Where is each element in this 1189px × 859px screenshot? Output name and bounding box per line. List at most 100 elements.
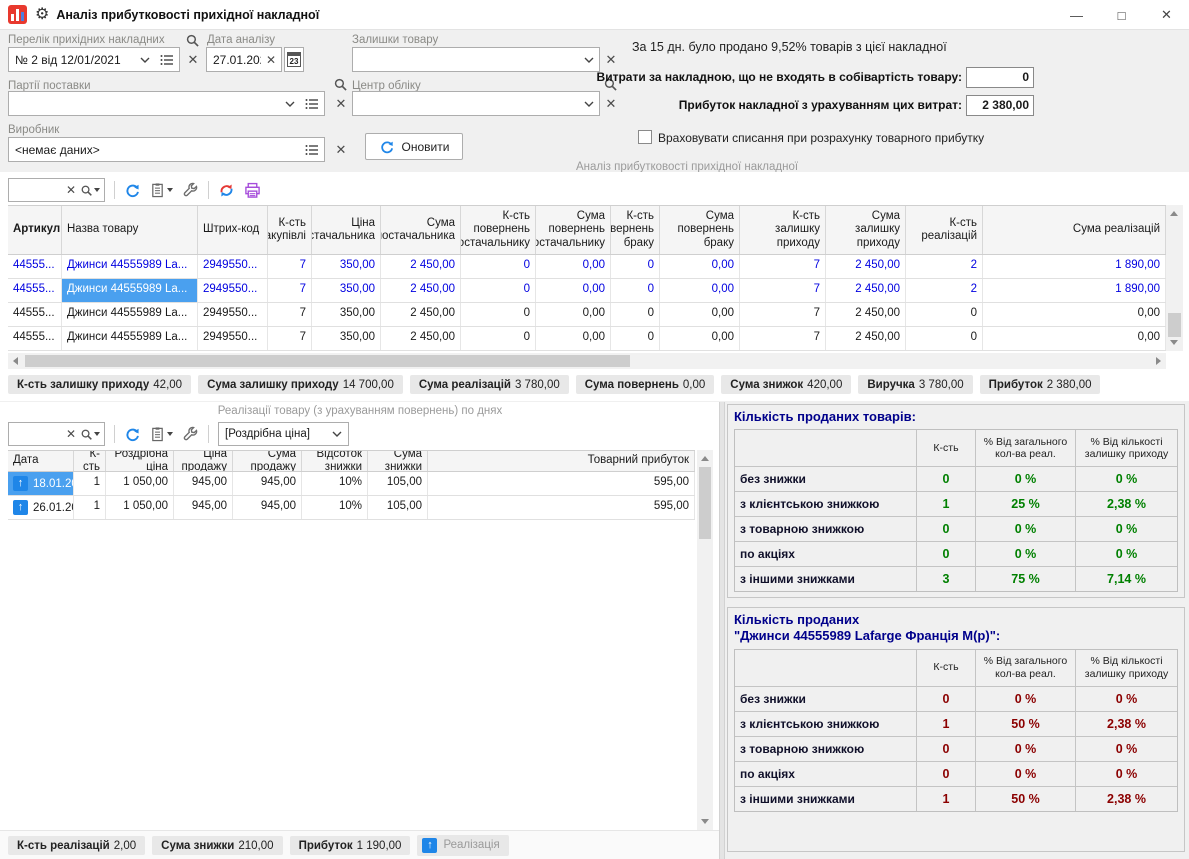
grid-cell[interactable]: 0,00 <box>983 327 1166 350</box>
search-icon[interactable] <box>79 184 104 197</box>
grid-cell[interactable]: 1 050,00 <box>106 496 174 519</box>
report-clipboard-icon[interactable] <box>150 426 173 442</box>
grid-cell[interactable]: 44555... <box>8 255 62 278</box>
search-clear-icon[interactable]: ✕ <box>63 183 79 197</box>
grid-cell-date[interactable]: ↑26.01.2021 <box>8 496 74 519</box>
grid-cell[interactable]: Джинси 44555989 La... <box>62 303 198 326</box>
grid-cell[interactable]: 2 450,00 <box>826 255 906 278</box>
grid-cell[interactable]: 0 <box>461 255 536 278</box>
grid-cell[interactable]: 44555... <box>8 303 62 326</box>
manufacturer-clear-icon[interactable]: ✕ <box>333 141 349 159</box>
price-type-dropdown[interactable]: [Роздрібна ціна] <box>218 422 349 446</box>
grid-cell[interactable]: 2949550... <box>198 303 268 326</box>
invoice-clear-icon[interactable]: ✕ <box>185 51 201 69</box>
grid-cell[interactable]: 0 <box>461 303 536 326</box>
batch-combobox[interactable] <box>8 91 325 116</box>
grid-cell[interactable]: 1 <box>74 472 106 495</box>
calendar-button[interactable]: 23 <box>284 47 304 72</box>
column-header[interactable]: Роздрібна ціна <box>106 451 174 471</box>
grid-cell[interactable]: 7 <box>740 303 826 326</box>
grid-cell[interactable]: 945,00 <box>174 472 233 495</box>
grid-cell[interactable]: 7 <box>268 279 312 302</box>
grid-cell[interactable]: 350,00 <box>312 255 381 278</box>
grid-cell[interactable]: 0,00 <box>660 327 740 350</box>
grid-cell[interactable]: 0,00 <box>983 303 1166 326</box>
column-header[interactable]: Артикул <box>8 206 62 254</box>
grid-cell[interactable]: 350,00 <box>312 279 381 302</box>
grid-cell[interactable]: 2 <box>906 279 983 302</box>
grid-search-box[interactable]: ✕ <box>8 422 105 446</box>
grid-cell[interactable]: 595,00 <box>428 472 695 495</box>
grid-cell[interactable]: 1 890,00 <box>983 255 1166 278</box>
column-header[interactable]: Дата <box>8 451 74 471</box>
grid-cell[interactable]: 10% <box>302 496 368 519</box>
chevron-down-icon[interactable] <box>280 101 300 107</box>
list-icon[interactable] <box>300 144 324 156</box>
grid-cell[interactable]: 0 <box>611 279 660 302</box>
sales-grid-vscrollbar[interactable] <box>697 450 713 830</box>
grid-cell[interactable]: 2 450,00 <box>826 327 906 350</box>
column-header[interactable]: К-сть реалізацій <box>906 206 983 254</box>
grid-cell[interactable]: 0 <box>906 327 983 350</box>
grid-cell[interactable]: 44555... <box>8 279 62 302</box>
column-header[interactable]: К-сть повернень постачальнику <box>461 206 536 254</box>
grid-cell[interactable]: 945,00 <box>233 496 302 519</box>
grid-cell[interactable]: 0 <box>461 279 536 302</box>
writeoff-checkbox[interactable] <box>638 130 652 144</box>
settings-wrench-icon[interactable] <box>182 426 199 443</box>
refresh-icon[interactable] <box>124 182 141 199</box>
search-icon[interactable] <box>79 428 104 441</box>
grid-cell[interactable]: 7 <box>268 327 312 350</box>
grid-cell[interactable]: 2949550... <box>198 255 268 278</box>
grid-cell[interactable]: 2 450,00 <box>381 255 461 278</box>
column-header[interactable]: К-сть <box>74 451 106 471</box>
grid-cell[interactable]: Джинси 44555989 La... <box>62 279 198 302</box>
grid-cell[interactable]: 2949550... <box>198 279 268 302</box>
column-header[interactable]: Сума реалізацій <box>983 206 1166 254</box>
grid-cell-date[interactable]: ↑18.01.2021 <box>8 472 74 495</box>
column-header[interactable]: Ціна продажу <box>174 451 233 471</box>
grid-cell[interactable]: 0,00 <box>660 303 740 326</box>
grid-cell[interactable]: 2 <box>906 255 983 278</box>
grid-cell[interactable]: 2 450,00 <box>381 327 461 350</box>
grid-cell[interactable]: 0 <box>461 327 536 350</box>
grid-cell[interactable]: 7 <box>740 255 826 278</box>
grid-cell[interactable]: 2949550... <box>198 327 268 350</box>
column-header[interactable]: Сума знижки <box>368 451 428 471</box>
grid-cell[interactable]: 0 <box>611 303 660 326</box>
reload-data-icon[interactable] <box>218 182 235 199</box>
column-header[interactable]: К-сть залишку приходу <box>740 206 826 254</box>
column-header[interactable]: Сума повернень постачальнику <box>536 206 611 254</box>
grid-cell[interactable]: Джинси 44555989 La... <box>62 255 198 278</box>
minimize-button[interactable]: — <box>1054 0 1099 30</box>
search-icon[interactable] <box>333 77 349 93</box>
stock-combobox[interactable] <box>352 47 600 72</box>
grid-cell[interactable]: 2 450,00 <box>381 303 461 326</box>
grid-cell[interactable]: 945,00 <box>174 496 233 519</box>
list-icon[interactable] <box>155 54 179 66</box>
grid-cell[interactable]: 7 <box>740 279 826 302</box>
print-icon[interactable] <box>244 182 261 199</box>
main-grid-hscrollbar[interactable] <box>8 353 1166 369</box>
column-header[interactable]: Ціна постачальника <box>312 206 381 254</box>
grid-search-box[interactable]: ✕ <box>8 178 105 202</box>
report-clipboard-icon[interactable] <box>150 182 173 198</box>
grid-cell[interactable]: 1 890,00 <box>983 279 1166 302</box>
refresh-icon[interactable] <box>124 426 141 443</box>
date-clear-icon[interactable]: ✕ <box>261 53 281 67</box>
grid-cell[interactable]: 0,00 <box>536 303 611 326</box>
column-header[interactable]: Сума постачальника <box>381 206 461 254</box>
manufacturer-combobox[interactable]: <немає даних> <box>8 137 325 162</box>
search-clear-icon[interactable]: ✕ <box>63 427 79 441</box>
grid-cell[interactable]: 2 450,00 <box>826 279 906 302</box>
grid-cell[interactable]: 1 <box>74 496 106 519</box>
grid-cell[interactable]: 0,00 <box>660 255 740 278</box>
grid-cell[interactable]: 2 450,00 <box>826 303 906 326</box>
column-header[interactable]: Сума продажу <box>233 451 302 471</box>
column-header[interactable]: К-сть повернень браку <box>611 206 660 254</box>
grid-cell[interactable]: 44555... <box>8 327 62 350</box>
batch-clear-icon[interactable]: ✕ <box>333 95 349 113</box>
chevron-down-icon[interactable] <box>326 428 348 440</box>
grid-cell[interactable]: 7 <box>268 255 312 278</box>
refresh-button[interactable]: Оновити <box>365 133 463 160</box>
